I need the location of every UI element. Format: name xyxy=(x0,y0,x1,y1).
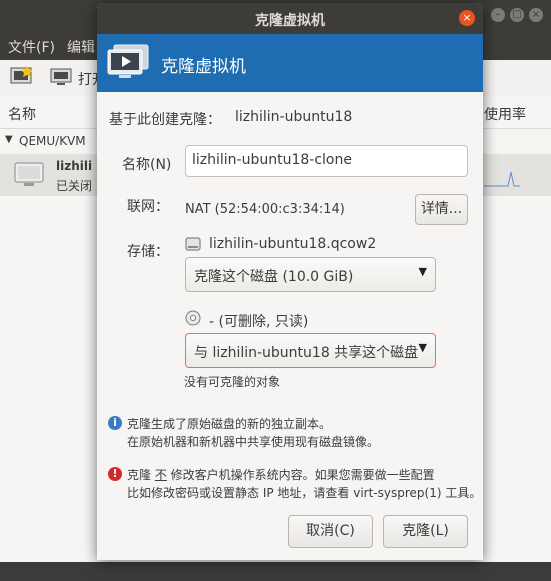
clone-vm-dialog: 克隆虚拟机 × 克隆虚拟机 基于此创建克隆： lizhilin-ubuntu18… xyxy=(97,3,483,560)
disk1-file: lizhilin-ubuntu18.qcow2 xyxy=(209,236,377,252)
warning-text-1: 克隆 不 修改客户机操作系统内容。如果您需要做一些配置 xyxy=(127,466,435,483)
menu-edit[interactable]: 编辑 xyxy=(67,37,95,57)
info-text-2: 在原始机器和新机器中共享使用现有磁盘镜像。 xyxy=(127,435,380,449)
new-vm-icon[interactable] xyxy=(10,66,34,88)
maximize-icon[interactable]: □ xyxy=(510,8,524,22)
vm-status: 已关闭 xyxy=(56,179,93,193)
dialog-close-icon[interactable]: × xyxy=(459,10,475,26)
info-icon: i xyxy=(108,416,122,430)
vm-name: lizhili xyxy=(56,159,93,173)
cpu-usage-graph xyxy=(484,171,520,187)
info-text-1: 克隆生成了原始磁盘的新的独立副本。 xyxy=(127,417,332,431)
dropdown-arrow-icon: ▼ xyxy=(418,265,427,278)
dialog-titlebar: 克隆虚拟机 × xyxy=(97,3,483,34)
menu-file[interactable]: 文件(F) xyxy=(8,37,55,57)
create-from-value: lizhilin-ubuntu18 xyxy=(235,109,353,125)
disk1-clone-mode-select[interactable]: 克隆这个磁盘 (10.0 GiB) ▼ xyxy=(185,257,436,292)
minimize-icon[interactable]: – xyxy=(491,8,505,22)
disk1-selected-option: 克隆这个磁盘 (10.0 GiB) xyxy=(194,269,354,285)
network-label: 联网： xyxy=(127,199,169,215)
cancel-button[interactable]: 取消(C) xyxy=(288,515,373,548)
warning-post: 修改客户机操作系统内容。如果您需要做一些配置 xyxy=(166,468,435,482)
network-value: NAT (52:54:00:c3:34:14) xyxy=(185,202,345,217)
dropdown-arrow-icon: ▼ xyxy=(418,341,427,354)
dialog-banner: 克隆虚拟机 xyxy=(97,34,483,92)
close-icon[interactable]: × xyxy=(529,8,543,22)
warning-text-2: 比如修改密码或设置静态 IP 地址，请查看 virt-sysprep(1) 工具… xyxy=(127,486,482,500)
expander-down-icon[interactable]: ▼ xyxy=(5,134,13,145)
monitor-icon[interactable] xyxy=(50,68,72,86)
cdrom-icon xyxy=(185,310,201,326)
disk2-clone-mode-select[interactable]: 与 lizhilin-ubuntu18 共享这个磁盘 ▼ xyxy=(185,333,436,368)
warning-pre: 克隆 xyxy=(127,468,152,482)
name-input[interactable]: lizhilin-ubuntu18-clone xyxy=(185,145,468,177)
bottom-strip xyxy=(0,562,551,581)
vm-clone-icon xyxy=(107,44,149,78)
name-label: 名称(N) xyxy=(122,157,172,173)
warning-not: 不 xyxy=(154,468,167,482)
harddisk-icon xyxy=(185,237,201,251)
disk2-file: - (可删除, 只读) xyxy=(209,314,309,330)
dialog-title: 克隆虚拟机 xyxy=(255,13,325,29)
vm-monitor-icon xyxy=(14,162,44,186)
group-label: QEMU/KVM xyxy=(19,134,86,148)
clone-button[interactable]: 克隆(L) xyxy=(383,515,468,548)
storage-label: 存储： xyxy=(127,244,169,260)
details-button[interactable]: 详情... xyxy=(415,194,468,225)
warning-icon: ! xyxy=(108,467,122,481)
name-input-value: lizhilin-ubuntu18-clone xyxy=(192,152,352,168)
column-usage[interactable]: 使用率 xyxy=(484,104,526,124)
banner-title: 克隆虚拟机 xyxy=(161,57,246,77)
column-name[interactable]: 名称 xyxy=(8,104,36,124)
disk2-selected-option: 与 lizhilin-ubuntu18 共享这个磁盘 xyxy=(194,345,419,361)
disk2-note: 没有可克隆的对象 xyxy=(184,375,281,389)
create-from-label: 基于此创建克隆： xyxy=(109,112,221,128)
